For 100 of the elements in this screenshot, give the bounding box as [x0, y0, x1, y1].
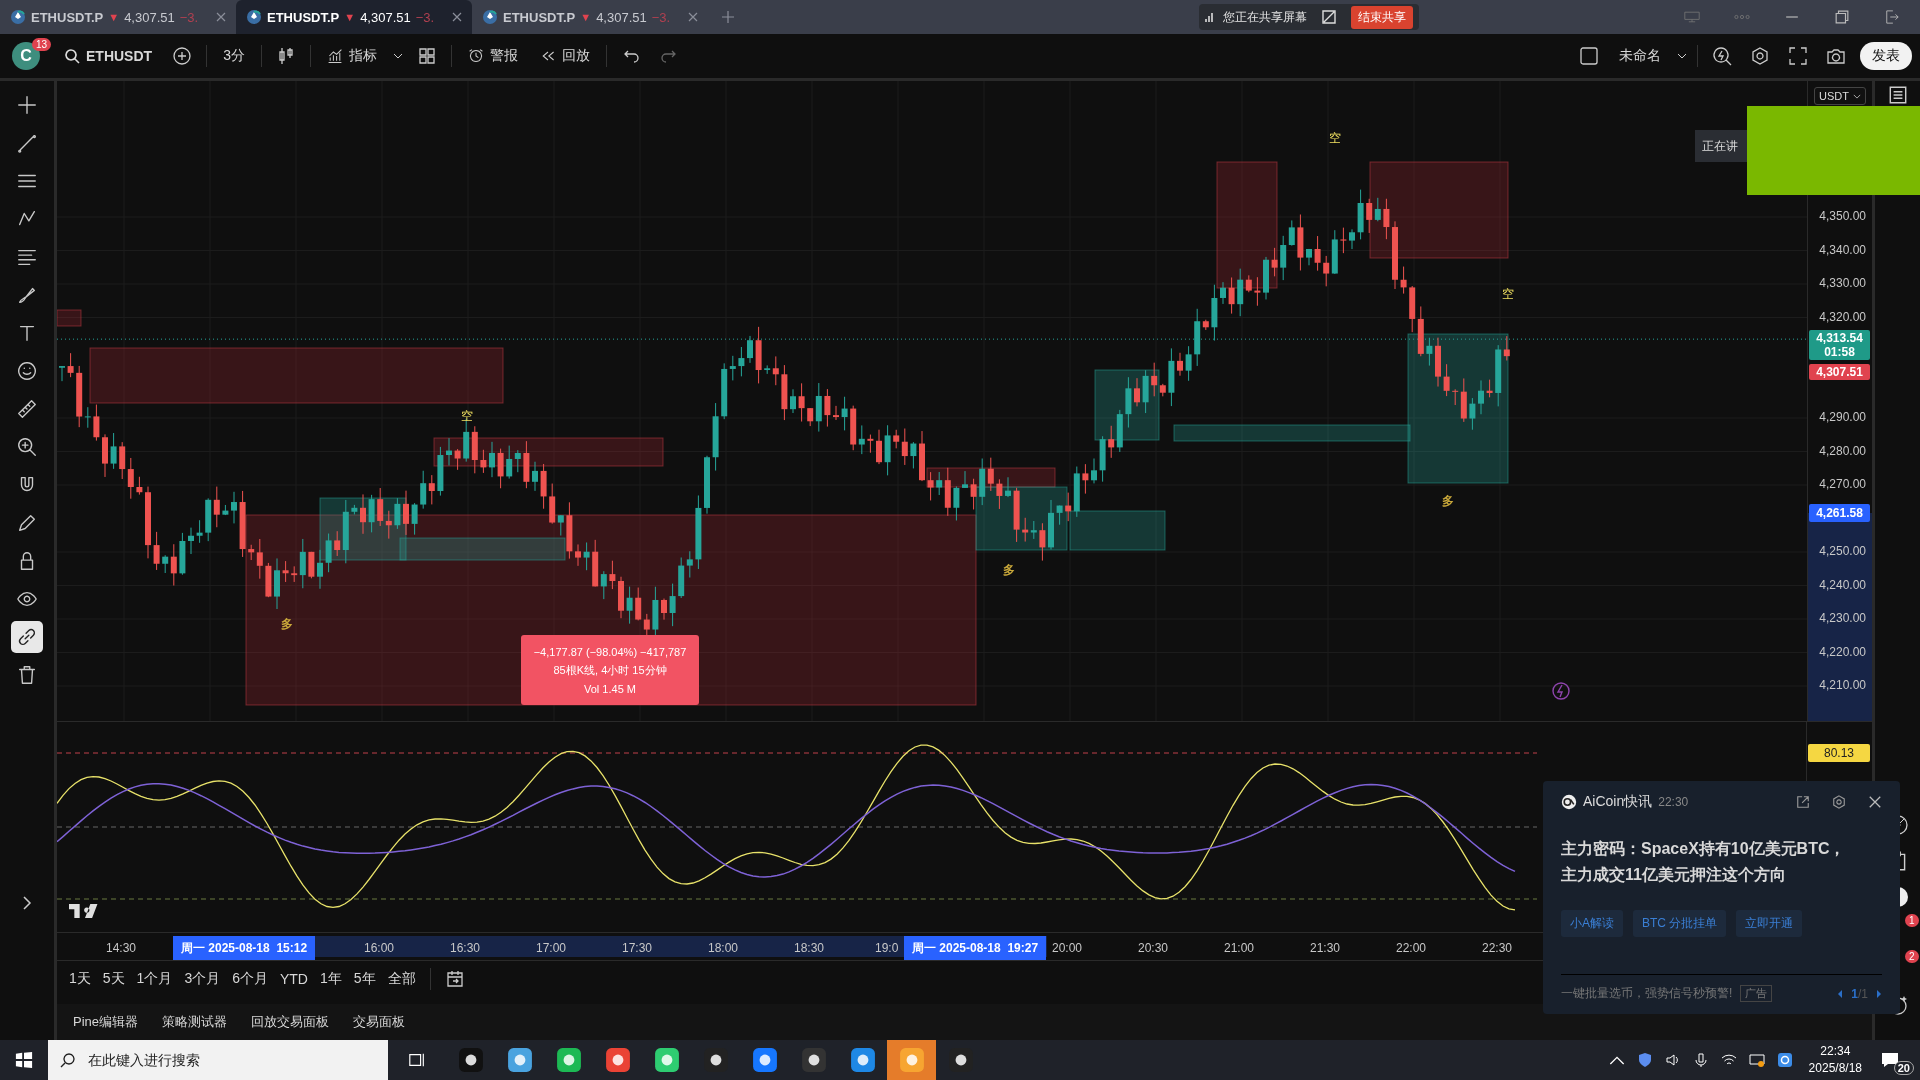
windows-start-icon[interactable] — [15, 1051, 33, 1069]
volume-icon[interactable] — [1664, 1052, 1681, 1068]
search-field[interactable]: 在此键入进行搜索 — [48, 1040, 388, 1080]
shield-icon[interactable] — [1636, 1052, 1653, 1068]
currency-dropdown[interactable]: USDT — [1814, 87, 1866, 105]
caret-icon[interactable] — [1677, 53, 1687, 59]
panel-tab[interactable]: Pine编辑器 — [69, 1009, 143, 1036]
settings-icon[interactable] — [1750, 46, 1770, 66]
alerts-button[interactable]: 警报 — [461, 43, 524, 69]
coin-icon — [10, 9, 26, 25]
page-indicator: 1/1 — [1851, 986, 1868, 1001]
camera-icon[interactable] — [1826, 46, 1846, 66]
square-icon[interactable] — [1579, 46, 1599, 66]
previous-icon[interactable] — [1837, 988, 1844, 999]
price-badge: 4,307.51 — [1809, 364, 1870, 381]
clock-date: 2025/8/18 — [1808, 1060, 1862, 1077]
close-icon[interactable] — [452, 12, 462, 22]
promo-text[interactable]: 一键批量选币，强势信号秒预警! — [1561, 985, 1733, 1002]
tab-change: −3. — [651, 9, 671, 25]
range-button[interactable]: YTD — [276, 967, 312, 990]
app-icon[interactable] — [653, 1047, 680, 1073]
clock[interactable]: 22:34 2025/8/18 — [1808, 1043, 1862, 1077]
calendar-icon[interactable] — [444, 968, 465, 989]
grid-icon[interactable] — [416, 46, 437, 66]
app-icon[interactable] — [506, 1047, 533, 1073]
stop-sharing-button[interactable]: 结束共享 — [1351, 5, 1413, 29]
app-icon[interactable] — [947, 1047, 974, 1073]
screen-icon[interactable] — [1748, 1052, 1765, 1068]
price-label: 4,350.00 — [1819, 209, 1866, 223]
exit-icon[interactable] — [1884, 10, 1900, 24]
app-icon[interactable] — [751, 1047, 778, 1073]
range-button[interactable]: 3个月 — [180, 966, 225, 991]
time-label: 22:00 — [1396, 941, 1427, 955]
time-label: 16:30 — [450, 941, 481, 955]
signal-label: 多 — [281, 616, 293, 633]
price-label: 4,340.00 — [1819, 242, 1866, 257]
coin-icon — [482, 9, 498, 25]
chevron-right-icon[interactable] — [22, 896, 32, 910]
signal-label: 空 — [461, 408, 473, 425]
app-icon[interactable] — [555, 1047, 582, 1073]
measure-bars: 85根K线, 4小时 15分钟 — [553, 662, 667, 678]
time-label: 16:00 — [364, 941, 395, 955]
restore-icon[interactable] — [1834, 10, 1850, 24]
price-label: 4,210.00 — [1819, 678, 1866, 692]
time-label: 17:30 — [622, 941, 653, 955]
price-label: 4,240.00 — [1819, 577, 1866, 592]
microphone-icon[interactable] — [1692, 1052, 1709, 1068]
browser-tab[interactable]: ETHUSDT.P ▼ 4,307.51 −3. — [236, 0, 472, 34]
lightning-icon[interactable] — [1551, 681, 1571, 701]
news-action-button[interactable]: BTC 分批挂单 — [1633, 910, 1727, 937]
news-headline[interactable]: 主力密码：SpaceX持有10亿美元BTC， — [1561, 839, 1882, 860]
time-label: 20:00 — [1052, 941, 1083, 955]
panel-tab[interactable]: 策略测试器 — [158, 1009, 232, 1036]
range-button[interactable]: 6个月 — [228, 966, 272, 991]
range-button[interactable]: 1天 — [65, 966, 95, 991]
time-label: 19:0 — [875, 941, 899, 955]
settings-icon[interactable] — [1832, 795, 1846, 809]
tab-change: −3. — [179, 9, 199, 25]
interval-button[interactable]: 3分 — [217, 43, 251, 69]
tab-arrow: ▼ — [580, 11, 592, 23]
range-button[interactable]: 全部 — [383, 966, 420, 991]
publish-button[interactable]: 发表 — [1860, 42, 1912, 70]
app-icon[interactable] — [800, 1047, 827, 1073]
annotate-icon[interactable] — [1321, 9, 1337, 25]
symbol-search-button[interactable]: ETHUSDT — [58, 44, 159, 68]
app-icon[interactable] — [849, 1047, 876, 1073]
fullscreen-icon[interactable] — [1788, 46, 1808, 66]
caret-icon[interactable] — [392, 53, 403, 59]
quick-search-icon[interactable] — [1712, 46, 1732, 66]
external-link-icon[interactable] — [1796, 795, 1810, 809]
news-action-button[interactable]: 立即开通 — [1736, 910, 1803, 937]
signal-label: 空 — [1502, 286, 1514, 303]
panel-tab[interactable]: 回放交易面板 — [247, 1009, 334, 1036]
add-circle-icon[interactable] — [172, 46, 193, 66]
app-icon[interactable] — [457, 1047, 484, 1073]
browser-tab[interactable]: ETHUSDT.P ▼ 4,307.51 −3. — [472, 0, 708, 34]
add-tab-icon[interactable] — [722, 11, 734, 23]
app-icon[interactable] — [702, 1047, 729, 1073]
range-button[interactable]: 5年 — [349, 966, 380, 991]
news-action-button[interactable]: 小A解读 — [1561, 910, 1623, 937]
browser-tab[interactable]: ETHUSDT.P ▼ 4,307.51 −3. — [0, 0, 236, 34]
indicators-button[interactable]: 指标 — [320, 43, 383, 69]
chat-app-icon[interactable] — [1776, 1052, 1793, 1068]
layout-name-button[interactable]: 未命名 — [1613, 43, 1667, 69]
panel-tab[interactable]: 交易面板 — [349, 1009, 410, 1036]
replay-button[interactable]: 回放 — [533, 43, 596, 69]
news-headline[interactable]: 主力成交11亿美元押注这个方向 — [1561, 865, 1882, 886]
close-icon[interactable] — [1868, 795, 1882, 809]
caret-icon — [1852, 93, 1861, 99]
task-view-icon[interactable] — [408, 1051, 426, 1069]
link-icon[interactable] — [11, 621, 43, 653]
notification-icon[interactable] — [1880, 1050, 1900, 1070]
range-button[interactable]: 1年 — [316, 966, 346, 991]
app-icon[interactable] — [604, 1047, 631, 1073]
measure-change: −4,177.87 (−98.04%) −417,787 — [533, 645, 687, 658]
range-button[interactable]: 1个月 — [132, 966, 177, 991]
ad-tag: 广告 — [1740, 985, 1773, 1002]
range-button[interactable]: 5天 — [98, 966, 129, 991]
notification-badge: 13 — [32, 38, 52, 51]
next-icon[interactable] — [1876, 988, 1882, 999]
